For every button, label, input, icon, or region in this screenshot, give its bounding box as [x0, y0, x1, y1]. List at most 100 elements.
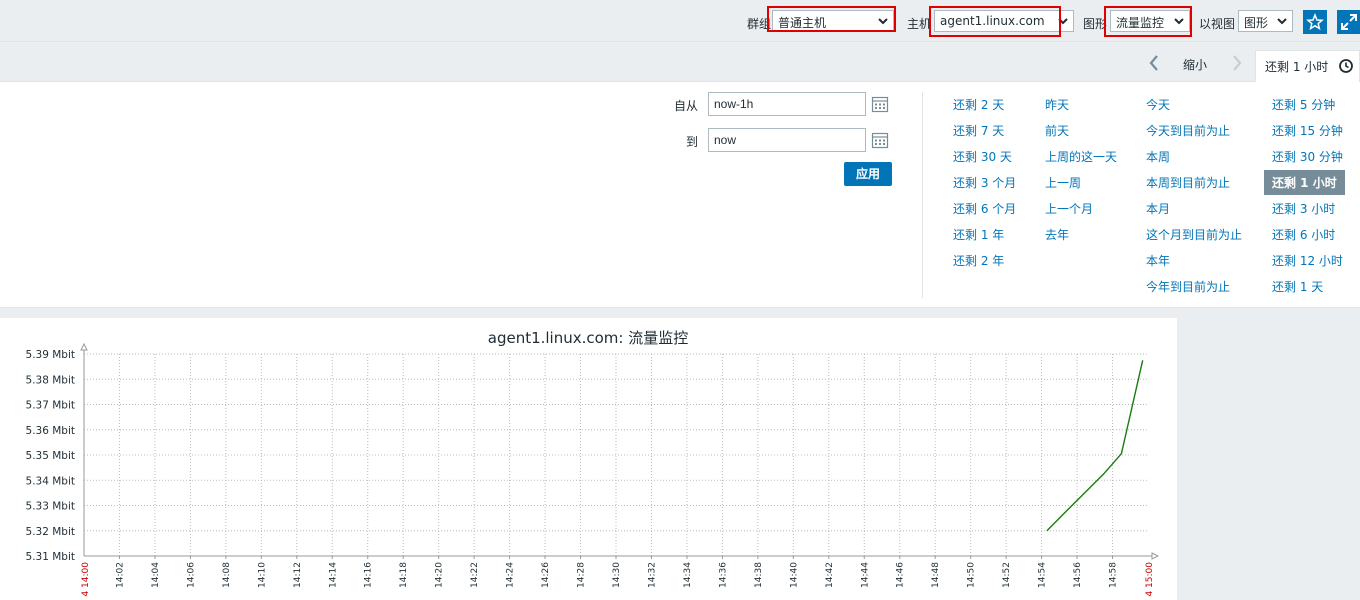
quick-range-link[interactable]: 还剩 15 分钟 — [1272, 122, 1343, 139]
x-tick-label: 14:50 — [967, 562, 977, 588]
apply-button[interactable]: 应用 — [844, 162, 892, 186]
x-tick-label: 14:34 — [683, 562, 693, 588]
x-tick-label: 14:04 — [151, 562, 161, 588]
x-tick-label: 14:24 — [506, 562, 516, 588]
quick-range-link[interactable]: 昨天 — [1045, 96, 1069, 113]
quick-range-link[interactable]: 还剩 6 个月 — [953, 200, 1016, 217]
x-tick-label: 14:36 — [718, 562, 728, 588]
to-label: 到 — [686, 135, 699, 149]
x-tick-label: 14:32 — [647, 562, 657, 588]
quick-range-link[interactable]: 还剩 12 小时 — [1272, 252, 1343, 269]
calendar-icon[interactable] — [871, 131, 889, 149]
traffic-chart: agent1.linux.com: 流量监控 5.39 Mbit 5.38 Mbi… — [26, 329, 1160, 597]
x-tick-label: 14:08 — [222, 562, 232, 588]
quick-range-link[interactable]: 这个月到目前为止 — [1146, 226, 1242, 243]
x-tick-label: 14:14 — [328, 562, 338, 588]
y-tick-label: 5.33 Mbit — [26, 501, 75, 513]
y-tick-label: 5.35 Mbit — [26, 450, 75, 462]
quick-range-link[interactable]: 本年 — [1146, 252, 1170, 269]
x-tick-label: 14:10 — [257, 562, 267, 588]
chart-axes — [80, 342, 1160, 560]
x-tick-label: 14:58 — [1109, 562, 1119, 588]
chart-x-tick-labels: 14:02 14:04 14:06 14:08 14:10 14:12 14:14 14:16… — [81, 562, 1155, 597]
quick-range-link[interactable]: 前天 — [1045, 122, 1069, 139]
quick-range-link[interactable]: 还剩 2 年 — [953, 252, 1004, 269]
x-tick-label: 14:46 — [896, 562, 906, 588]
quick-range-link[interactable]: 今年到目前为止 — [1146, 278, 1230, 295]
quick-range-link[interactable]: 上一个月 — [1045, 200, 1093, 217]
x-tick-label: 14:28 — [577, 562, 587, 588]
chart-title: agent1.linux.com: 流量监控 — [488, 329, 689, 347]
quick-range-link[interactable]: 本周 — [1146, 148, 1170, 165]
x-axis-arrow — [1151, 552, 1160, 560]
quick-range-link[interactable]: 还剩 1 年 — [953, 226, 1004, 243]
x-tick-label: 14:02 — [115, 562, 125, 588]
x-tick-label: 14:12 — [293, 562, 303, 588]
chevron-left-icon[interactable] — [1148, 54, 1160, 72]
x-end-label: 4 15:00 — [1145, 562, 1155, 597]
x-tick-label: 14:26 — [541, 562, 551, 588]
graph-highlight-box — [1104, 6, 1192, 37]
quick-range-link[interactable]: 本周到目前为止 — [1146, 174, 1230, 191]
chart-y-tick-labels: 5.39 Mbit 5.38 Mbit 5.37 Mbit 5.36 Mbit 5.35… — [26, 349, 75, 563]
x-tick-label: 14:06 — [186, 562, 196, 588]
quick-range-link[interactable]: 上一周 — [1045, 174, 1081, 191]
header: 群组 普通主机 主机 agent1.linux.com 图形 流量监控 以视图 … — [0, 0, 1360, 42]
y-tick-label: 5.39 Mbit — [26, 349, 75, 361]
host-highlight-box — [929, 6, 1061, 37]
y-tick-label: 5.37 Mbit — [26, 400, 75, 412]
quick-range-link[interactable]: 还剩 2 天 — [953, 96, 1004, 113]
y-axis-arrow — [80, 342, 88, 351]
quick-range-link[interactable]: 上周的这一天 — [1045, 148, 1117, 165]
quick-range-link[interactable]: 还剩 6 小时 — [1272, 226, 1335, 243]
fullscreen-button[interactable] — [1337, 10, 1360, 34]
star-icon — [1306, 13, 1324, 31]
quick-range-link[interactable]: 还剩 3 个月 — [953, 174, 1016, 191]
x-tick-label: 14:40 — [789, 562, 799, 588]
quick-range-link[interactable]: 去年 — [1045, 226, 1069, 243]
quick-range-link[interactable]: 还剩 5 分钟 — [1272, 96, 1335, 113]
zoom-out-button[interactable]: 缩小 — [1183, 56, 1207, 73]
favorite-button[interactable] — [1303, 10, 1327, 34]
x-tick-label: 14:18 — [399, 562, 409, 588]
to-input[interactable] — [708, 128, 866, 152]
x-tick-label: 14:48 — [931, 562, 941, 588]
chevron-right-icon[interactable] — [1231, 54, 1243, 72]
time-filter-panel: 自从 到 应用 还剩 2 天 还剩 7 天 还剩 30 天 还剩 3 个月 还剩… — [0, 82, 1360, 308]
y-tick-label: 5.32 Mbit — [26, 526, 75, 538]
x-tick-label: 14:44 — [860, 562, 870, 588]
x-tick-label: 14:52 — [1002, 562, 1012, 588]
quick-range-link[interactable]: 今天到目前为止 — [1146, 122, 1230, 139]
x-tick-label: 14:42 — [825, 562, 835, 588]
y-tick-label: 5.34 Mbit — [26, 475, 75, 487]
tab-time-period-label: 还剩 1 小时 — [1265, 60, 1329, 74]
x-tick-label: 14:30 — [612, 562, 622, 588]
calendar-icon[interactable] — [871, 95, 889, 113]
y-tick-label: 5.36 Mbit — [26, 425, 75, 437]
view-label: 以视图 — [1199, 17, 1236, 31]
quick-range-link[interactable]: 还剩 1 天 — [1272, 278, 1323, 295]
y-tick-label: 5.38 Mbit — [26, 374, 75, 386]
quick-range-link[interactable]: 本月 — [1146, 200, 1170, 217]
quick-range-link[interactable]: 还剩 3 小时 — [1272, 200, 1335, 217]
from-label: 自从 — [674, 99, 699, 113]
chart-grid — [84, 353, 1148, 556]
quick-range-link[interactable]: 今天 — [1146, 96, 1170, 113]
fullscreen-icon — [1341, 14, 1357, 30]
quick-range-link[interactable]: 还剩 30 天 — [953, 148, 1012, 165]
from-input[interactable] — [708, 92, 866, 116]
graph-panel: agent1.linux.com: 流量监控 5.39 Mbit 5.38 Mbi… — [0, 318, 1177, 600]
host-label: 主机 — [907, 17, 932, 31]
x-tick-label: 14:22 — [470, 562, 480, 588]
quick-range-link[interactable]: 还剩 7 天 — [953, 122, 1004, 139]
quick-range-link[interactable]: 还剩 30 分钟 — [1272, 148, 1343, 165]
view-select[interactable]: 图形 — [1238, 10, 1293, 32]
x-start-label: 4 14:00 — [81, 562, 91, 597]
group-highlight-box — [767, 6, 896, 32]
view-select-value: 图形 — [1244, 16, 1269, 30]
filter-divider — [922, 92, 923, 298]
x-tick-label: 14:16 — [364, 562, 374, 588]
quick-range-link-active[interactable]: 还剩 1 小时 — [1264, 170, 1345, 195]
chevron-down-icon — [1277, 18, 1287, 25]
tab-time-period[interactable]: 还剩 1 小时 — [1255, 50, 1360, 82]
